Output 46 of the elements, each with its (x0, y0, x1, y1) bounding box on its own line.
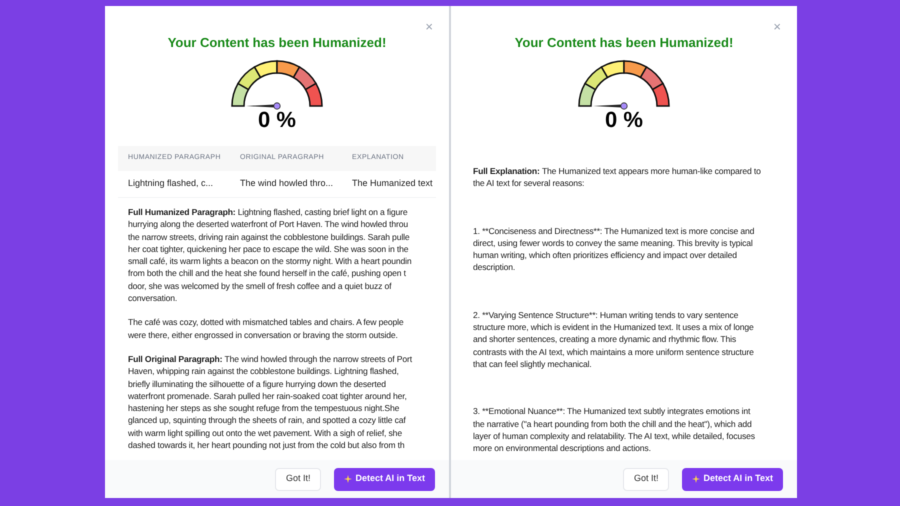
score-reading: 0 % (605, 109, 643, 131)
paragraph-line: and shorter sentences, creating a more dynamic and rhythmic flow. This (473, 333, 738, 346)
paragraph-line: glanced up, squinting through the sheets of rain, and spotted a cozy little caf (128, 414, 407, 427)
got-it-button[interactable]: Got It! (274, 468, 322, 490)
paragraph-line: briefly illuminating the silhouette of a figure hurrying down the deserted (128, 378, 387, 390)
score-reading: 0 % (258, 109, 296, 131)
paragraph-line: door, she was welcomed by the smell of fresh coffee and a quiet buzz of (128, 280, 392, 292)
paragraph-line: hastening her steps as she sought refuge from the tempestuous night.She (128, 402, 400, 414)
dialog-title: Your Content has been Humanized! (514, 36, 734, 49)
paragraph-line: description. (473, 261, 516, 274)
paragraph-line: Haven, whipping rain against the cobblestone buildings. Lightning flashed, (128, 365, 400, 378)
paragraph-line: 1. **Conciseness and Directness**: The Humanized text is more concise and (473, 224, 756, 237)
paragraph-line: the narrative ("a heart pounding from both the chill and the heat"), which add (473, 418, 753, 430)
paragraph-line: the narrow streets, driving rain against the cobblestone buildings. Sarah pulle (128, 230, 410, 243)
paragraph-line: waterfront promenade. Sarah pulled her rain-soaked coat tighter around her, (128, 390, 408, 402)
paragraph-line: direct, using fewer words to convey the same meaning. This brevity is typical (473, 236, 754, 250)
paragraph-line: structure more, which is evident in the Humanized text. It uses a mix of longe (473, 321, 755, 334)
table-cell-text: The wind howled thro... (240, 177, 334, 190)
paragraph-line: 2. **Varying Sentence Structure**: Human writing tends to vary sentence (473, 308, 740, 322)
paragraph-line: layer of human complexity and relatability. The AI text, while detailed, focuses (473, 430, 756, 442)
got-it-button[interactable]: Got It! (622, 468, 670, 490)
paragraph-line: human writing, which often prioritizes efficiency and impact over detailed (473, 249, 738, 262)
paragraph-line: that can feel slightly mechanical. (473, 358, 593, 370)
paragraph-line: her coat tighter, quickening her pace to escape the wild. She was soon in the (128, 242, 410, 256)
paragraph-line: conversation. (128, 292, 178, 304)
paragraph-line: contrasts with the AI text, which maintains a more uniform sentence structure (473, 346, 755, 358)
sparkle-icon (692, 475, 700, 483)
paragraph-line: dashed towards it, her heart pounding not just from the cold but also from th (128, 439, 406, 452)
paragraph-line: Full Original Paragraph: The wind howled through the narrow streets of Port (128, 352, 414, 366)
paragraph-line: small café, its warm lights a beacon on the stormy night. With a heart poundin (128, 255, 412, 268)
paragraph-line: Full Explanation: The Humanized text appears more human-like compared to (473, 165, 762, 178)
sparkle-icon (344, 475, 352, 483)
paragraph-line: hurrying along the deserted waterfront of Port Haven. The wind howled throu (128, 218, 409, 231)
detect-button[interactable]: Detect AI in Text (334, 468, 435, 490)
paragraph-line: The café was cozy, dotted with mismatched tables and chairs. A few people (128, 316, 405, 329)
paragraph-line: were there, either engrossed in conversation or braving the storm outside. (128, 328, 399, 341)
dialog-title: Your Content has been Humanized! (168, 36, 386, 49)
paragraph-line: the AI text for several reasons: (473, 177, 586, 190)
detect-button[interactable]: Detect AI in Text (682, 468, 783, 490)
paragraph-line: 3. **Emotional Nuance**: The Humanized text subtly integrates emotions int (473, 405, 752, 418)
table-cell-text: Lightning flashed, c... (128, 177, 214, 190)
table-cell-text: The Humanized text (352, 177, 433, 190)
paragraph-line: more on environmental descriptions and actions. (473, 442, 652, 454)
paragraph-line: with warm light spilling out onto the wet pavement. With a sigh of relief, she (128, 426, 403, 440)
paragraph-line: from both the chill and the heat she found herself in the café, pushing open t (128, 267, 407, 280)
paragraph-line: Full Humanized Paragraph: Lightning flashed, casting brief light on a figure (128, 206, 409, 218)
